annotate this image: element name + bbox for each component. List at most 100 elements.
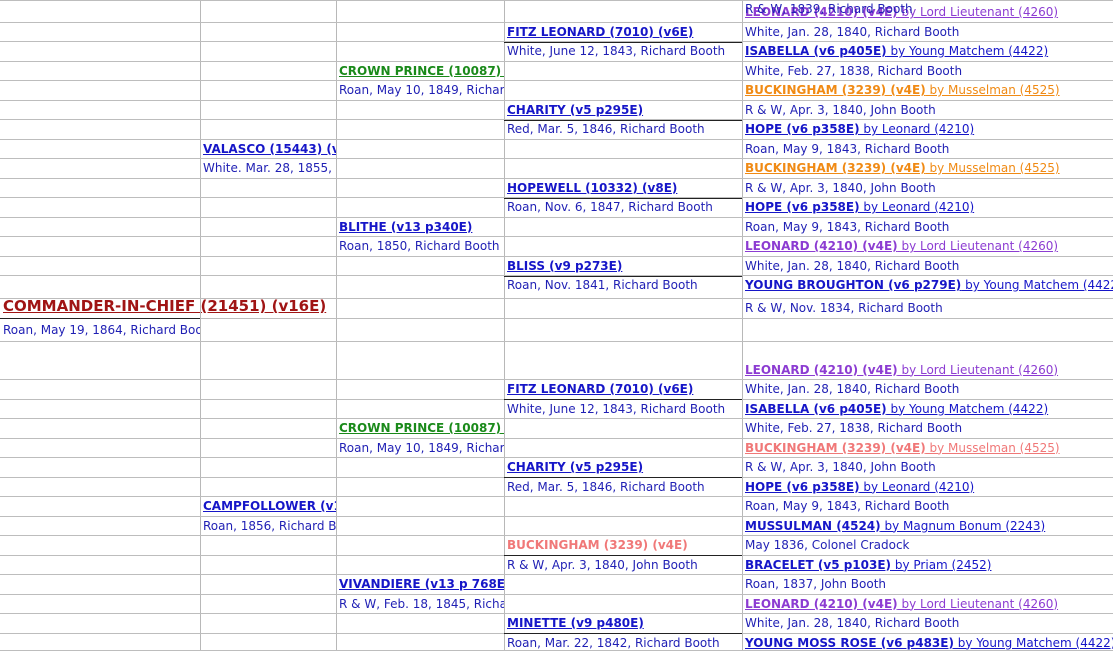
ancestor-link[interactable]: LEONARD (4210) (v4E) [745,239,898,253]
ancestor-cell[interactable]: LEONARD (4210) (v4E) by Lord Lieutenant … [742,595,1113,614]
ancestor-cell[interactable]: CHARITY (v5 p295E) [504,458,742,477]
sire-link[interactable]: by Musselman (4525) [926,161,1060,175]
horse-info-value: Roan, May 10, 1849, Richard Booth [339,83,504,97]
horse-info-value: R & W, Apr. 3, 1840, John Booth [745,460,936,474]
ancestor-cell[interactable]: BLISS (v9 p273E) [504,257,742,276]
ancestor-link[interactable]: VALASCO (15443) (v12E) [203,142,336,156]
ancestor-cell[interactable]: LEONARD (4210) (v4E) by Lord Lieutenant … [742,361,1113,380]
sire-link[interactable]: by Leonard (4210) [860,480,974,494]
ancestor-cell[interactable]: CHARITY (v5 p295E) [504,101,742,120]
ancestor-cell[interactable]: HOPE (v6 p358E) by Leonard (4210) [742,478,1113,497]
ancestor-link[interactable]: HOPEWELL (10332) (v8E) [507,181,677,195]
horse-info-value: Red, Mar. 5, 1846, Richard Booth [507,122,705,136]
horse-info-value: Roan, Nov. 1841, Richard Booth [507,278,698,292]
ancestor-link[interactable]: CAMPFOLLOWER (v15 p402E) [203,499,336,513]
sire-link[interactable]: by Leonard (4210) [860,200,974,214]
ancestor-link[interactable]: MUSSULMAN (4524) [745,519,881,533]
root-horse-link[interactable]: COMMANDER-IN-CHIEF (21451) (v16E) [3,297,326,315]
sire-link[interactable]: by Young Matchem (4422) [954,636,1113,650]
sire-link[interactable]: by Priam (2452) [891,558,992,572]
ancestor-cell[interactable]: BLITHE (v13 p340E) [336,218,504,237]
ancestor-link[interactable]: FITZ LEONARD (7010) (v6E) [507,25,693,39]
ancestor-cell[interactable]: HOPE (v6 p358E) by Leonard (4210) [742,198,1113,217]
horse-info-text: White. Mar. 28, 1855, Richard Booth [200,159,336,178]
sire-link[interactable]: by Lord Lieutenant (4260) [898,239,1058,253]
ancestor-link[interactable]: HOPE (v6 p358E) [745,480,860,494]
horse-info-value: Roan, May 9, 1843, Richard Booth [745,219,950,234]
sire-link[interactable]: by Magnum Bonum (2243) [881,519,1045,533]
ancestor-link[interactable]: LEONARD (4210) (v4E) [745,363,898,377]
ancestor-cell[interactable]: ISABELLA (v6 p405E) by Young Matchem (44… [742,400,1113,419]
horse-info-value: White. Mar. 28, 1855, Richard Booth [203,161,336,175]
ancestor-cell[interactable]: YOUNG MOSS ROSE (v6 p483E) by Young Matc… [742,634,1113,653]
ancestor-cell[interactable]: FITZ LEONARD (7010) (v6E) [504,380,742,399]
horse-info-text: R & W, Feb. 18, 1845, Richard Booth [336,595,504,614]
ancestor-cell[interactable]: VALASCO (15443) (v12E) [200,140,336,159]
ancestor-cell[interactable]: MINETTE (v9 p480E) [504,614,742,633]
ancestor-cell[interactable]: CROWN PRINCE (10087) (v8E) [336,62,504,81]
horse-info-text: White, June 12, 1843, Richard Booth [504,42,742,61]
sire-link[interactable]: by Lord Lieutenant (4260) [898,597,1058,611]
ancestor-link[interactable]: BUCKINGHAM (3239) (v4E) [745,161,926,175]
ancestor-link[interactable]: BUCKINGHAM (3239) (v4E) [745,83,926,97]
sire-link[interactable]: by Young Matchem (4422) [887,402,1048,416]
sire-link[interactable]: by Young Matchem (4422) [887,44,1048,58]
ancestor-link[interactable]: CROWN PRINCE (10087) (v8E) [339,64,504,78]
ancestor-link[interactable]: YOUNG BROUGHTON (v6 p279E) [745,278,961,292]
horse-info-value: Roan, 1856, Richard Booth [203,518,336,533]
horse-info-value: R & W, 1839, Richard Booth [745,2,913,16]
ancestor-link[interactable]: BLITHE (v13 p340E) [339,220,472,234]
horse-info-text: Roan, May 9, 1843, Richard Booth [742,497,1113,516]
ancestor-cell[interactable]: HOPEWELL (10332) (v8E) [504,179,742,198]
ancestor-cell[interactable]: LEONARD (4210) (v4E) by Lord Lieutenant … [742,237,1113,256]
ancestor-link[interactable]: BLISS (v9 p273E) [507,259,622,273]
ancestor-cell[interactable]: CROWN PRINCE (10087) (v8E) [336,419,504,438]
ancestor-cell[interactable]: FITZ LEONARD (7010) (v6E) [504,23,742,42]
ancestor-link[interactable]: ISABELLA (v6 p405E) [745,44,887,58]
horse-info-value: May 1836, Colonel Cradock [745,538,910,552]
ancestor-cell[interactable]: BUCKINGHAM (3239) (v4E) by Musselman (45… [742,439,1113,458]
ancestor-link[interactable]: VIVANDIERE (v13 p 768E) [339,577,504,591]
ancestor-cell[interactable]: HOPE (v6 p358E) by Leonard (4210) [742,120,1113,139]
sire-link[interactable]: by Musselman (4525) [926,83,1060,97]
horse-info-text: White, Jan. 28, 1840, Richard Booth [742,380,1113,399]
ancestor-link[interactable]: CROWN PRINCE (10087) (v8E) [339,421,504,435]
horse-info-value: Roan, May 9, 1843, Richard Booth [745,141,950,156]
ancestor-cell[interactable]: BUCKINGHAM (3239) (v4E) by Musselman (45… [742,159,1113,178]
column-divider [200,0,201,651]
horse-info-text: Roan, Mar. 22, 1842, Richard Booth [504,634,742,653]
pedigree-table: COMMANDER-IN-CHIEF (21451) (v16E) Roan, … [0,0,1113,651]
ancestor-link[interactable]: ISABELLA (v6 p405E) [745,402,887,416]
horse-info-text: R & W, Apr. 3, 1840, John Booth [742,179,1113,198]
sire-link[interactable]: by Young Matchem (4422) [961,278,1113,292]
horse-info-value: Roan, Nov. 6, 1847, Richard Booth [507,200,713,214]
ancestor-link[interactable]: CHARITY (v5 p295E) [507,460,643,474]
ancestor-link[interactable]: BUCKINGHAM (3239) (v4E) [507,538,688,552]
horse-info-value: Roan, 1850, Richard Booth [339,239,500,253]
ancestor-link[interactable]: HOPE (v6 p358E) [745,200,860,214]
ancestor-cell[interactable]: BRACELET (v5 p103E) by Priam (2452) [742,556,1113,575]
ancestor-cell[interactable]: YOUNG BROUGHTON (v6 p279E) by Young Matc… [742,276,1113,295]
ancestor-cell[interactable]: ISABELLA (v6 p405E) by Young Matchem (44… [742,42,1113,61]
ancestor-cell[interactable]: VIVANDIERE (v13 p 768E) [336,575,504,594]
horse-info-value: R & W, Nov. 1834, Richard Booth [745,301,943,315]
ancestor-cell[interactable]: BUCKINGHAM (3239) (v4E) [504,536,742,555]
ancestor-link[interactable]: BRACELET (v5 p103E) [745,558,891,572]
sire-link[interactable]: by Lord Lieutenant (4260) [898,363,1058,377]
ancestor-link[interactable]: HOPE (v6 p358E) [745,122,860,136]
ancestor-link[interactable]: LEONARD (4210) (v4E) [745,597,898,611]
sire-link[interactable]: by Leonard (4210) [860,122,974,136]
ancestor-link[interactable]: BUCKINGHAM (3239) (v4E) [745,441,926,455]
horse-info-value: R & W, Apr. 3, 1840, John Booth [745,102,936,117]
horse-info-value: Roan, May 10, 1849, Richard Booth [339,440,504,455]
horse-info-value: Roan, Mar. 22, 1842, Richard Booth [507,635,720,650]
ancestor-link[interactable]: FITZ LEONARD (7010) (v6E) [507,382,693,396]
root-connector [0,318,200,319]
ancestor-link[interactable]: CHARITY (v5 p295E) [507,103,643,117]
sire-link[interactable]: by Musselman (4525) [926,441,1060,455]
ancestor-cell[interactable]: MUSSULMAN (4524) by Magnum Bonum (2243) [742,517,1113,536]
ancestor-cell[interactable]: BUCKINGHAM (3239) (v4E) by Musselman (45… [742,81,1113,100]
ancestor-link[interactable]: MINETTE (v9 p480E) [507,616,644,630]
ancestor-link[interactable]: YOUNG MOSS ROSE (v6 p483E) [745,636,954,650]
ancestor-cell[interactable]: CAMPFOLLOWER (v15 p402E) [200,497,336,516]
